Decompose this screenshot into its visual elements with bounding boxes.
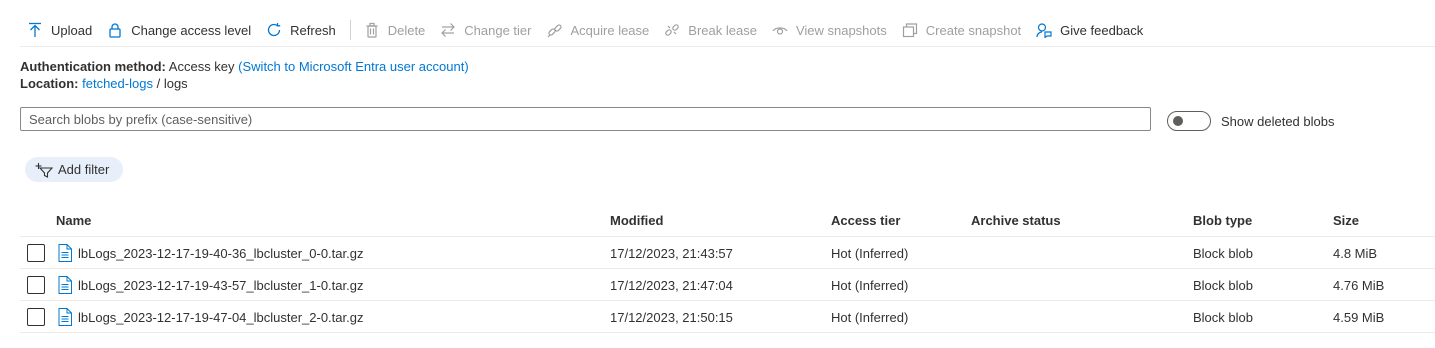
blob-name[interactable]: lbLogs_2023-12-17-19-43-57_lbcluster_1-0… [78,278,363,293]
file-icon [58,308,72,326]
file-icon [58,244,72,262]
container-link[interactable]: fetched-logs [82,76,153,91]
column-header-name[interactable]: Name [56,213,91,228]
acquire-lease-label: Acquire lease [570,22,650,38]
switch-to-entra-link[interactable]: (Switch to Microsoft Entra user account) [238,59,468,74]
row-checkbox[interactable] [27,276,45,294]
change-access-level-label: Change access level [131,22,252,38]
eye-icon [771,21,789,39]
blob-type: Block blob [1193,278,1253,293]
change-tier-label: Change tier [464,22,532,38]
blob-modified: 17/12/2023, 21:43:57 [610,246,733,261]
table-header: Name Modified Access tier Archive status… [20,204,1435,237]
upload-label: Upload [51,22,93,38]
change-tier-button[interactable]: Change tier [433,14,539,46]
blob-modified: 17/12/2023, 21:50:15 [610,310,733,325]
feedback-icon [1035,21,1053,39]
table-row[interactable]: lbLogs_2023-12-17-19-43-57_lbcluster_1-0… [20,269,1435,301]
show-deleted-blobs-toggle[interactable] [1167,111,1211,131]
view-snapshots-label: View snapshots [795,22,887,38]
file-icon [58,276,72,294]
blob-modified: 17/12/2023, 21:47:04 [610,278,733,293]
blob-type: Block blob [1193,310,1253,325]
snapshot-icon [901,21,919,39]
blob-access-tier: Hot (Inferred) [831,278,909,293]
command-bar: Upload Change access level Refresh Delet… [20,14,1151,46]
refresh-icon [265,21,283,39]
add-filter-label: Add filter [58,162,110,177]
break-lease-label: Break lease [688,22,757,38]
blob-size: 4.76 MiB [1333,278,1385,293]
break-lease-button[interactable]: Break lease [657,14,765,46]
location-separator: / [156,76,161,91]
search-input[interactable] [20,107,1151,131]
table-row[interactable]: lbLogs_2023-12-17-19-47-04_lbcluster_2-0… [20,301,1435,333]
link-icon [546,21,564,39]
toggle-knob [1173,116,1183,126]
blob-access-tier: Hot (Inferred) [831,310,909,325]
row-checkbox[interactable] [27,308,45,326]
blob-access-tier: Hot (Inferred) [831,246,909,261]
column-header-modified[interactable]: Modified [610,213,663,228]
view-snapshots-button[interactable]: View snapshots [765,14,895,46]
column-header-blob-type[interactable]: Blob type [1193,213,1252,228]
create-snapshot-label: Create snapshot [925,22,1022,38]
column-header-archive-status[interactable]: Archive status [971,213,1061,228]
blob-type: Block blob [1193,246,1253,261]
blob-name[interactable]: lbLogs_2023-12-17-19-47-04_lbcluster_2-0… [78,310,363,325]
show-deleted-blobs-label: Show deleted blobs [1221,113,1335,129]
folder-name: logs [163,76,188,91]
trash-icon [363,21,381,39]
blob-size: 4.8 MiB [1333,246,1378,261]
add-filter-button[interactable]: Add filter [25,157,124,182]
give-feedback-button[interactable]: Give feedback [1029,14,1151,46]
upload-icon [26,21,44,39]
column-header-size[interactable]: Size [1333,213,1359,228]
give-feedback-label: Give feedback [1060,22,1144,38]
location-line: Location: fetched-logs / logs [20,76,188,91]
delete-button[interactable]: Delete [357,14,434,46]
auth-method-value: Access key [168,59,235,74]
lock-icon [106,21,124,39]
blob-table: Name Modified Access tier Archive status… [20,204,1435,333]
upload-button[interactable]: Upload [20,14,100,46]
location-label: Location: [20,76,79,91]
add-filter-icon [35,162,53,178]
blob-name[interactable]: lbLogs_2023-12-17-19-40-36_lbcluster_0-0… [78,246,363,261]
change-access-level-button[interactable]: Change access level [100,14,259,46]
row-checkbox[interactable] [27,244,45,262]
auth-method-label: Authentication method: [20,59,166,74]
toolbar-separator [349,20,351,40]
acquire-lease-button[interactable]: Acquire lease [540,14,658,46]
toolbar-divider [20,46,1435,47]
create-snapshot-button[interactable]: Create snapshot [895,14,1029,46]
auth-method-line: Authentication method: Access key (Switc… [20,59,469,74]
delete-label: Delete [387,22,426,38]
refresh-label: Refresh [290,22,336,38]
refresh-button[interactable]: Refresh [259,14,344,46]
show-deleted-blobs-toggle-group: Show deleted blobs [1167,111,1334,131]
column-header-access-tier[interactable]: Access tier [831,213,900,228]
broken-link-icon [663,21,681,39]
table-row[interactable]: lbLogs_2023-12-17-19-40-36_lbcluster_0-0… [20,237,1435,269]
swap-icon [439,21,457,39]
blob-size: 4.59 MiB [1333,310,1385,325]
